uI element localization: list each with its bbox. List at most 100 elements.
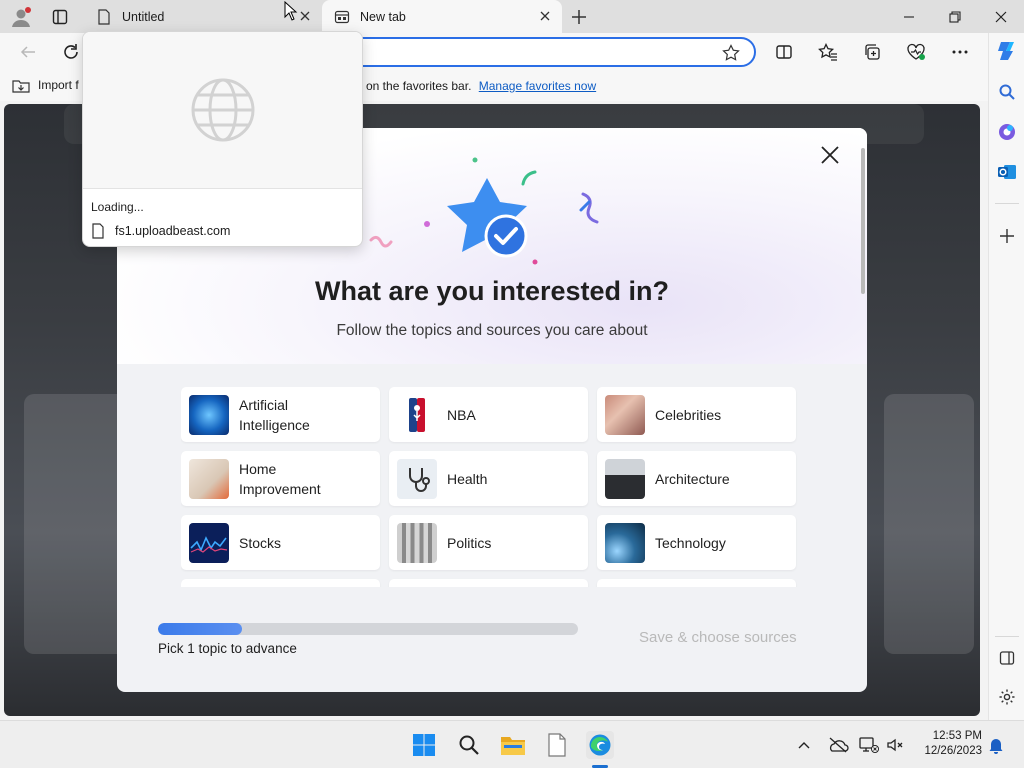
- topic-label: Artificial Intelligence: [239, 396, 310, 433]
- taskbar-search-icon[interactable]: [455, 731, 483, 759]
- topic-card-partial[interactable]: [181, 579, 380, 587]
- nba-logo-thumbnail: [397, 394, 437, 435]
- close-window-button[interactable]: [978, 0, 1024, 33]
- notepad-icon[interactable]: [543, 731, 571, 759]
- topic-card-partial[interactable]: [597, 579, 796, 587]
- network-status-icon[interactable]: [857, 731, 881, 759]
- sidebar-settings-gear-icon[interactable]: [993, 683, 1021, 711]
- dialog-title: What are you interested in?: [314, 276, 670, 306]
- tab-loading-status: Loading...: [91, 200, 144, 214]
- windows-start-icon[interactable]: [410, 731, 438, 759]
- system-clock[interactable]: 12:53 PM 12/26/2023: [914, 729, 982, 759]
- home-improvement-thumbnail: [189, 458, 229, 499]
- import-favorites-label: Import f: [38, 78, 79, 92]
- profile-icon[interactable]: [8, 4, 34, 30]
- edge-taskbar-icon[interactable]: [586, 731, 614, 759]
- tab-preview-thumbnail: [83, 32, 362, 189]
- topic-artificial-intelligence[interactable]: Artificial Intelligence: [181, 387, 380, 442]
- technology-thumbnail: [605, 522, 645, 563]
- tab-strip: Untitled New tab: [0, 0, 1024, 33]
- tab-preview-url-text: fs1.uploadbeast.com: [115, 224, 231, 238]
- tab-new-tab[interactable]: New tab: [322, 0, 562, 33]
- import-icon: [12, 80, 30, 93]
- progress-bar-fill: [158, 623, 242, 635]
- manage-favorites-link[interactable]: Manage favorites now: [479, 79, 596, 93]
- close-dialog-icon[interactable]: [819, 144, 841, 166]
- show-hidden-icons-chevron-icon[interactable]: [793, 731, 815, 759]
- topic-architecture[interactable]: Architecture: [597, 451, 796, 506]
- blurred-card: [884, 394, 974, 654]
- progress-bar: [158, 623, 578, 635]
- topic-stocks[interactable]: Stocks: [181, 515, 380, 570]
- tab-actions-icon[interactable]: [47, 4, 73, 30]
- import-favorites-button[interactable]: Import f: [12, 77, 79, 93]
- topic-label: Home Improvement: [239, 460, 321, 497]
- stocks-chart-thumbnail: [189, 522, 229, 563]
- topic-card-partial[interactable]: [389, 579, 588, 587]
- progress-label: Pick 1 topic to advance: [158, 641, 297, 656]
- globe-icon: [191, 78, 255, 142]
- politics-columns-thumbnail: [397, 522, 437, 563]
- collections-icon[interactable]: [860, 40, 884, 64]
- tab-title: Untitled: [122, 9, 165, 24]
- page-icon: [92, 223, 104, 239]
- clock-time: 12:53 PM: [932, 730, 982, 742]
- file-explorer-icon[interactable]: [499, 731, 527, 759]
- outlook-icon[interactable]: [993, 158, 1021, 186]
- windows-taskbar: 12:53 PM 12/26/2023: [0, 720, 1024, 768]
- topic-label: Stocks: [239, 534, 282, 551]
- celebrities-thumbnail: [605, 394, 645, 435]
- mouse-cursor-icon: [284, 1, 298, 21]
- topic-technology[interactable]: Technology: [597, 515, 796, 570]
- health-stethoscope-thumbnail: [397, 458, 437, 499]
- new-tab-page-icon: [334, 10, 350, 23]
- notifications-bell-icon[interactable]: [985, 731, 1007, 759]
- back-button[interactable]: [16, 40, 40, 64]
- refresh-button[interactable]: [59, 40, 83, 64]
- topic-label: Celebrities: [655, 406, 722, 423]
- tab-preview-url: fs1.uploadbeast.com: [91, 223, 230, 239]
- volume-muted-icon[interactable]: [884, 731, 906, 759]
- new-tab-button[interactable]: [566, 5, 592, 29]
- star-check-illustration: [369, 157, 599, 265]
- dialog-scrollbar[interactable]: [861, 148, 865, 294]
- onedrive-offline-icon[interactable]: [825, 731, 851, 759]
- sidebar-divider: [995, 203, 1019, 204]
- clock-date: 12/26/2023: [924, 745, 982, 757]
- split-screen-icon[interactable]: [772, 40, 796, 64]
- topic-celebrities[interactable]: Celebrities: [597, 387, 796, 442]
- topic-label: Politics: [447, 534, 492, 551]
- topic-health[interactable]: Health: [389, 451, 588, 506]
- sidebar-divider: [995, 636, 1019, 637]
- copilot-icon[interactable]: [993, 37, 1021, 65]
- topic-label: Health: [447, 470, 488, 487]
- copilot-app-icon[interactable]: [993, 118, 1021, 146]
- minimize-button[interactable]: [886, 0, 932, 33]
- close-tab-icon[interactable]: [538, 9, 552, 23]
- topic-label: Architecture: [655, 470, 730, 487]
- topic-politics[interactable]: Politics: [389, 515, 588, 570]
- topic-label: NBA: [447, 406, 476, 423]
- save-and-choose-sources-button[interactable]: Save & choose sources: [639, 629, 797, 646]
- favorites-icon[interactable]: [816, 40, 840, 64]
- edge-sidebar: [988, 33, 1024, 720]
- dialog-subtitle: Follow the topics and sources you care a…: [336, 322, 648, 339]
- favorites-message-text: re on the favorites bar.: [352, 79, 472, 93]
- tab-hover-preview: Loading... fs1.uploadbeast.com: [82, 31, 363, 247]
- topic-nba[interactable]: NBA: [389, 387, 588, 442]
- architecture-thumbnail: [605, 458, 645, 499]
- favorite-star-icon[interactable]: [722, 44, 740, 62]
- tab-title: New tab: [360, 9, 406, 24]
- add-sidebar-app-icon[interactable]: [993, 222, 1021, 250]
- restore-button[interactable]: [932, 0, 978, 33]
- browser-essentials-icon[interactable]: [904, 40, 928, 64]
- page-icon: [98, 8, 110, 25]
- search-icon[interactable]: [993, 78, 1021, 106]
- topic-home-improvement[interactable]: Home Improvement: [181, 451, 380, 506]
- close-tab-icon[interactable]: [298, 9, 312, 23]
- artificial-intelligence-thumbnail: [189, 394, 229, 435]
- favorites-bar-message: re on the favorites bar. Manage favorite…: [352, 79, 596, 93]
- hide-sidebar-icon[interactable]: [993, 644, 1021, 672]
- topic-label: Technology: [655, 534, 726, 551]
- more-options-icon[interactable]: [948, 40, 972, 64]
